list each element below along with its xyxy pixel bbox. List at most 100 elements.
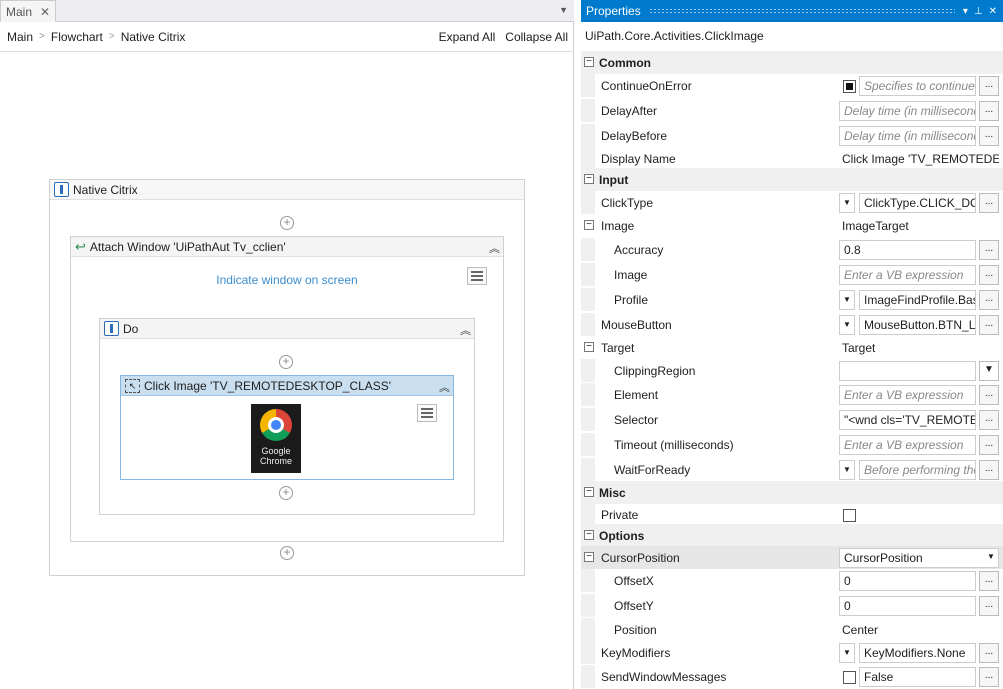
cursor-position-select[interactable]: CursorPosition — [839, 548, 999, 568]
timeout-field[interactable]: Enter a VB expression — [839, 435, 976, 455]
private-checkbox[interactable] — [843, 509, 856, 522]
prop-name: Element — [614, 388, 659, 402]
sequence-native-citrix[interactable]: Native Citrix + ↩ Attach Window 'UiPathA… — [49, 179, 525, 576]
selector-field[interactable]: "<wnd cls='TV_REMOTEDESKTOP_CLASS' />" — [839, 410, 976, 430]
chevron-down-icon[interactable]: ▼ — [839, 460, 855, 480]
collapse-all-button[interactable]: Collapse All — [505, 30, 568, 44]
ellipsis-button[interactable]: ... — [979, 126, 999, 146]
prop-name: ContinueOnError — [601, 79, 692, 93]
position-value[interactable]: Center — [839, 620, 976, 640]
prop-name: Image — [614, 268, 648, 282]
chevron-down-icon[interactable]: ▼ — [979, 361, 999, 381]
prop-name: Target — [601, 341, 635, 355]
ellipsis-button[interactable]: ... — [979, 101, 999, 121]
collapse-box-icon[interactable]: − — [584, 342, 594, 352]
chevron-right-icon: > — [108, 31, 115, 42]
prop-timeout: Timeout (milliseconds) Enter a VB expres… — [581, 433, 1003, 457]
workflow-designer: Main ✕ ▼ Main > Flowchart > Native Citri… — [0, 0, 574, 689]
category-common[interactable]: − Common — [581, 51, 1003, 75]
close-icon[interactable]: ✕ — [989, 6, 997, 17]
accuracy-field[interactable]: 0.8 — [839, 240, 976, 260]
tab-main[interactable]: Main ✕ — [0, 0, 56, 22]
category-misc[interactable]: − Misc — [581, 481, 1003, 505]
collapse-box-icon[interactable]: − — [584, 174, 594, 184]
click-image-activity[interactable]: ↖ Click Image 'TV_REMOTEDESKTOP_CLASS' ︽… — [120, 375, 454, 480]
send-window-messages-field[interactable]: False — [859, 667, 976, 687]
element-field[interactable]: Enter a VB expression — [839, 385, 976, 405]
continue-on-error-checkbox[interactable] — [843, 80, 856, 93]
mouse-button-field[interactable]: MouseButton.BTN_LEFT — [859, 315, 976, 335]
ellipsis-button[interactable]: ... — [979, 643, 999, 663]
dropdown-icon[interactable]: ▾ — [963, 6, 968, 17]
ellipsis-button[interactable]: ... — [979, 385, 999, 405]
delay-before-field[interactable]: Delay time (in milliseconds) — [839, 126, 976, 146]
ellipsis-button[interactable]: ... — [979, 667, 999, 687]
thumbnail-caption: Google Chrome — [259, 446, 292, 466]
breadcrumb-item-main[interactable]: Main — [7, 30, 33, 44]
ellipsis-button[interactable]: ... — [979, 240, 999, 260]
ellipsis-button[interactable]: ... — [979, 596, 999, 616]
add-activity-icon[interactable]: + — [279, 355, 293, 369]
breadcrumb-item-flowchart[interactable]: Flowchart — [51, 30, 103, 44]
display-name-field[interactable]: Click Image 'TV_REMOTEDESKTOP_CLASS' — [839, 149, 999, 169]
category-label: Misc — [599, 486, 626, 500]
collapse-box-icon[interactable]: − — [584, 57, 594, 67]
ellipsis-button[interactable]: ... — [979, 265, 999, 285]
prop-name: Image — [601, 219, 635, 233]
ellipsis-button[interactable]: ... — [979, 315, 999, 335]
offset-y-field[interactable]: 0 — [839, 596, 976, 616]
continue-on-error-field[interactable]: Specifies to continue executing — [859, 76, 976, 96]
image-field[interactable]: Enter a VB expression — [839, 265, 976, 285]
pin-icon[interactable]: ⊥ — [974, 6, 983, 17]
collapse-icon[interactable]: ︽ — [439, 379, 450, 395]
add-activity-icon[interactable]: + — [280, 216, 294, 230]
chevron-down-icon[interactable]: ▼ — [839, 193, 855, 213]
chevron-down-icon[interactable]: ▼ — [987, 552, 995, 561]
category-options[interactable]: − Options — [581, 524, 1003, 548]
chrome-icon — [260, 409, 292, 441]
breadcrumb: Main > Flowchart > Native Citrix Expand … — [0, 22, 574, 52]
collapse-icon[interactable]: ︽ — [460, 322, 471, 338]
grip-icon[interactable] — [648, 8, 955, 14]
expand-all-button[interactable]: Expand All — [439, 30, 496, 44]
ellipsis-button[interactable]: ... — [979, 193, 999, 213]
ellipsis-button[interactable]: ... — [979, 435, 999, 455]
clipping-region-field[interactable] — [839, 361, 976, 381]
send-window-messages-checkbox[interactable] — [843, 671, 856, 684]
chevron-down-icon[interactable]: ▼ — [559, 5, 568, 15]
collapse-box-icon[interactable]: − — [584, 487, 594, 497]
prop-name: DelayBefore — [601, 129, 668, 143]
indicate-window-link[interactable]: Indicate window on screen — [71, 273, 503, 287]
ellipsis-button[interactable]: ... — [979, 76, 999, 96]
chevron-down-icon[interactable]: ▼ — [839, 643, 855, 663]
do-header: Do ︽ — [100, 319, 474, 339]
ellipsis-button[interactable]: ... — [979, 460, 999, 480]
menu-icon[interactable] — [467, 267, 487, 285]
close-icon[interactable]: ✕ — [40, 5, 50, 19]
do-sequence[interactable]: Do ︽ + ↖ Click Image 'TV_REMOTEDESKTOP_C… — [99, 318, 475, 515]
delay-after-field[interactable]: Delay time (in milliseconds) — [839, 101, 976, 121]
attach-window-activity[interactable]: ↩ Attach Window 'UiPathAut Tv_cclien' ︽ … — [70, 236, 504, 542]
collapse-box-icon[interactable]: − — [584, 220, 594, 230]
category-input[interactable]: − Input — [581, 168, 1003, 192]
click-type-field[interactable]: ClickType.CLICK_DOUBLE — [859, 193, 976, 213]
wait-for-ready-field[interactable]: Before performing the action — [859, 460, 976, 480]
add-activity-icon[interactable]: + — [279, 486, 293, 500]
key-modifiers-field[interactable]: KeyModifiers.None — [859, 643, 976, 663]
do-title: Do — [123, 321, 139, 336]
add-activity-icon[interactable]: + — [280, 546, 294, 560]
prop-profile: Profile ▼ ImageFindProfile.Basic ... — [581, 288, 1003, 312]
collapse-box-icon[interactable]: − — [584, 552, 594, 562]
ellipsis-button[interactable]: ... — [979, 290, 999, 310]
menu-icon[interactable] — [417, 404, 437, 422]
target-value: Target — [842, 341, 876, 355]
breadcrumb-item-native-citrix[interactable]: Native Citrix — [121, 30, 186, 44]
collapse-box-icon[interactable]: − — [584, 530, 594, 540]
chevron-down-icon[interactable]: ▼ — [839, 290, 855, 310]
profile-field[interactable]: ImageFindProfile.Basic — [859, 290, 976, 310]
ellipsis-button[interactable]: ... — [979, 571, 999, 591]
offset-x-field[interactable]: 0 — [839, 571, 976, 591]
chevron-down-icon[interactable]: ▼ — [839, 315, 855, 335]
ellipsis-button[interactable]: ... — [979, 410, 999, 430]
collapse-icon[interactable]: ︽ — [489, 240, 500, 256]
